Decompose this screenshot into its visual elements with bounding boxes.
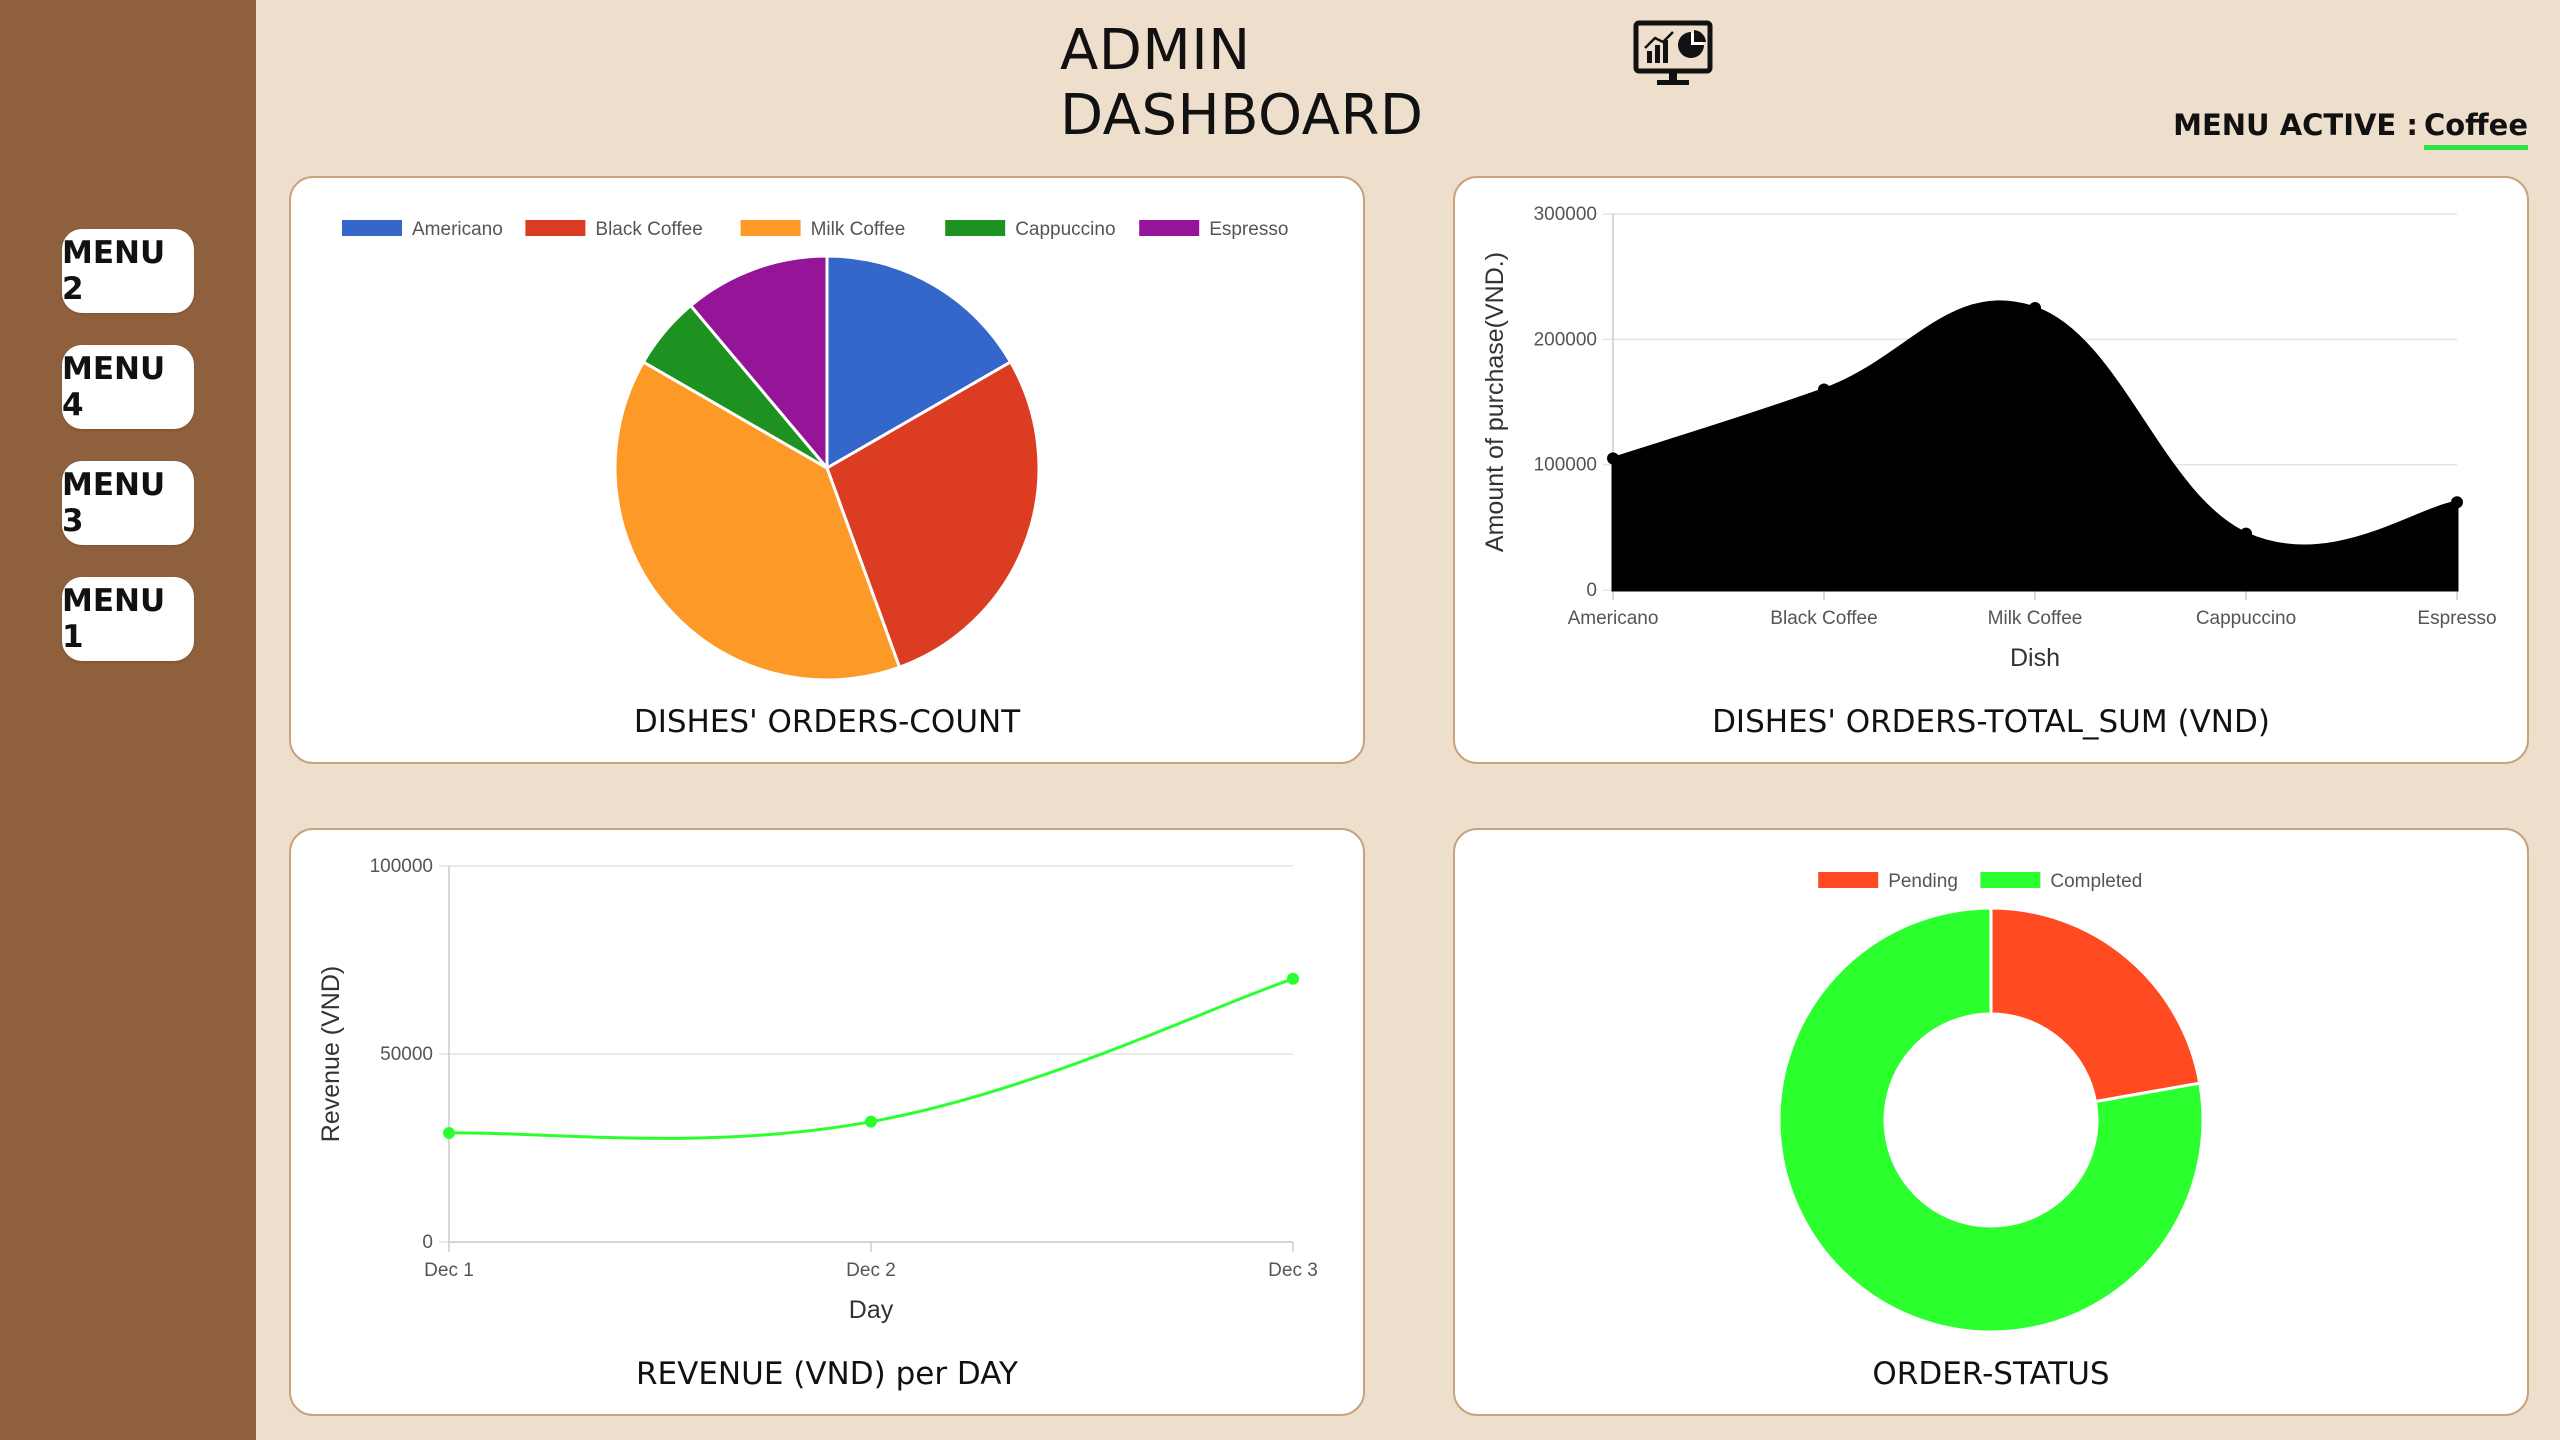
menu-active-indicator: MENU ACTIVE : Coffee [2173, 108, 2528, 150]
sidebar-item-menu-4[interactable]: MENU 4 [62, 345, 194, 429]
legend-swatch-2 [740, 220, 801, 236]
x-tick-label: Cappuccino [2196, 608, 2296, 629]
menu-active-value[interactable]: Coffee [2423, 108, 2528, 150]
legend-label: Pending [1888, 871, 1958, 892]
menu-active-label: MENU ACTIVE : [2173, 108, 2418, 142]
y-axis-title: Revenue (VND) [317, 966, 345, 1142]
y-tick-label: 50000 [380, 1044, 433, 1065]
order-status-doughnut-chart: Pending Completed [1777, 871, 2205, 1334]
revenue-card: 0 50000 100000 Dec 1 Dec 2 Dec 3 Day Revenue (V… [289, 828, 1365, 1416]
orders-total-area-chart: 0 100000 200000 300000 Americano Black Coffee… [1481, 204, 2497, 672]
y-axis-title: Amount of purchase(VND.) [1481, 252, 1509, 552]
legend-swatch-0 [1818, 872, 1879, 888]
legend-swatch-0 [342, 220, 402, 236]
legend-label: Black Coffee [595, 219, 702, 240]
orders-total-card: 0 100000 200000 300000 Americano Black Coffee… [1453, 176, 2529, 764]
sidebar-item-menu-2[interactable]: MENU 2 [62, 229, 194, 313]
revenue-line-chart: 0 50000 100000 Dec 1 Dec 2 Dec 3 Day Revenue (V… [317, 856, 1318, 1324]
data-point-black-coffee [1818, 383, 1830, 396]
legend-swatch-4 [1139, 220, 1200, 236]
monitor-chart-icon [1633, 20, 1713, 85]
x-tick-label: Dec 2 [846, 1260, 896, 1281]
legend-swatch-1 [1980, 872, 2041, 888]
legend-label: Americano [412, 219, 503, 240]
y-tick-label: 300000 [1534, 204, 1597, 225]
y-tick-label: 100000 [370, 856, 433, 877]
data-point-milk-coffee [2029, 302, 2041, 314]
data-point-dec-3 [1287, 972, 1299, 985]
y-tick-label: 100000 [1534, 455, 1597, 476]
data-point-americano [1607, 452, 1619, 465]
legend-swatch-3 [945, 220, 1006, 236]
y-tick-label: 0 [1586, 580, 1597, 601]
sidebar: MENU 2 MENU 4 MENU 3 MENU 1 [0, 0, 256, 1440]
orders-count-pie-chart: Americano Black Coffee Milk Coffee Cappucci… [342, 219, 1288, 682]
slice-pending [1989, 906, 2202, 1104]
x-tick-label: Milk Coffee [1988, 608, 2083, 629]
sidebar-item-menu-1[interactable]: MENU 1 [62, 577, 194, 661]
orders-total-title: DISHES' ORDERS-TOTAL_SUM (VND) [1712, 704, 2270, 740]
legend-label: Milk Coffee [811, 219, 906, 240]
sidebar-item-menu-3[interactable]: MENU 3 [62, 461, 194, 545]
x-axis-title: Day [849, 1296, 894, 1324]
legend-label: Cappuccino [1015, 219, 1115, 240]
data-point-cappuccino [2240, 527, 2252, 540]
legend-swatch-1 [525, 220, 586, 236]
data-point-dec-2 [865, 1115, 877, 1128]
data-point-dec-1 [443, 1126, 455, 1139]
x-axis-title: Dish [2010, 644, 2060, 672]
legend-label: Completed [2050, 871, 2142, 892]
legend-label: Espresso [1209, 219, 1288, 240]
page-title: ADMIN DASHBOARD [1060, 18, 1424, 148]
y-tick-label: 200000 [1534, 329, 1597, 350]
x-tick-label: Espresso [2417, 608, 2496, 629]
x-tick-label: Black Coffee [1770, 608, 1877, 629]
y-tick-label: 0 [422, 1232, 433, 1253]
orders-count-card: Americano Black Coffee Milk Coffee Cappucci… [289, 176, 1365, 764]
revenue-title: REVENUE (VND) per DAY [636, 1356, 1018, 1392]
order-status-card: Pending Completed ORDER-STATUS [1453, 828, 2529, 1416]
orders-count-title: DISHES' ORDERS-COUNT [633, 704, 1021, 740]
area-series [1611, 300, 2459, 592]
data-point-espresso [2451, 496, 2463, 509]
x-tick-label: Dec 3 [1268, 1260, 1318, 1281]
x-tick-label: Dec 1 [424, 1260, 474, 1281]
x-tick-label: Americano [1568, 608, 1659, 629]
order-status-title: ORDER-STATUS [1872, 1356, 2110, 1392]
line-series [448, 977, 1294, 1140]
